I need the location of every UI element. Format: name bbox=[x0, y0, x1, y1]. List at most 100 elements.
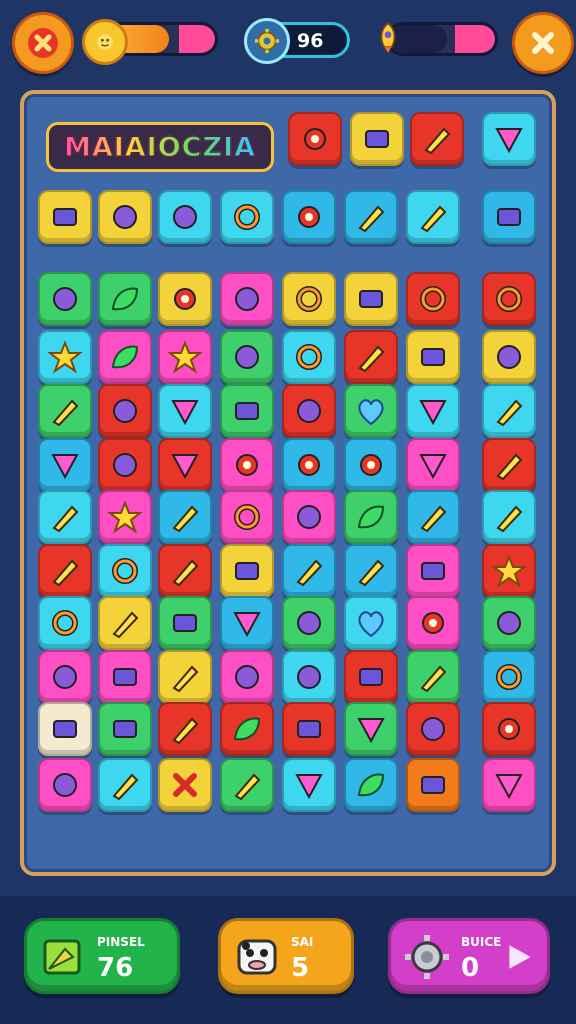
tile-cross[interactable] bbox=[158, 758, 212, 812]
tile-star[interactable] bbox=[482, 544, 536, 598]
tile-flower[interactable] bbox=[158, 272, 212, 326]
tile-triangle[interactable] bbox=[344, 702, 398, 756]
tile-bell[interactable] bbox=[282, 758, 336, 812]
tile-hammer[interactable] bbox=[282, 544, 336, 598]
tile-ball[interactable] bbox=[38, 272, 92, 326]
tile-ring[interactable] bbox=[482, 596, 536, 650]
tile-gear[interactable] bbox=[282, 190, 336, 244]
tile-gear[interactable] bbox=[344, 438, 398, 492]
tile-leaf[interactable] bbox=[220, 702, 274, 756]
tile-check[interactable] bbox=[344, 490, 398, 544]
tile-eraser[interactable] bbox=[38, 544, 92, 598]
pinsel-button[interactable]: PINSEL 76 bbox=[24, 918, 180, 994]
tile-dots[interactable] bbox=[482, 702, 536, 756]
tile-gem[interactable] bbox=[482, 112, 536, 166]
tile-card[interactable] bbox=[158, 596, 212, 650]
tile-pin[interactable] bbox=[158, 384, 212, 438]
tile-ring[interactable] bbox=[482, 330, 536, 384]
tile-box[interactable] bbox=[406, 758, 460, 812]
tile-ring[interactable] bbox=[220, 330, 274, 384]
tile-dots[interactable] bbox=[282, 438, 336, 492]
tile-bucket[interactable] bbox=[344, 272, 398, 326]
tile-palm[interactable] bbox=[406, 702, 460, 756]
tile-flag[interactable] bbox=[158, 438, 212, 492]
tile-eraser[interactable] bbox=[38, 384, 92, 438]
tile-pin[interactable] bbox=[406, 384, 460, 438]
tile-donut[interactable] bbox=[482, 272, 536, 326]
tile-tube[interactable] bbox=[98, 758, 152, 812]
tile-key[interactable] bbox=[482, 384, 536, 438]
tile-crayon[interactable] bbox=[344, 330, 398, 384]
tile-coin[interactable] bbox=[220, 650, 274, 704]
tile-squiggle[interactable] bbox=[282, 330, 336, 384]
tile-robot[interactable] bbox=[38, 190, 92, 244]
tile-spiral[interactable] bbox=[482, 650, 536, 704]
tile-card[interactable] bbox=[220, 544, 274, 598]
tile-eraser[interactable] bbox=[220, 758, 274, 812]
tile-bag[interactable] bbox=[38, 702, 92, 756]
tile-lipstick[interactable] bbox=[98, 596, 152, 650]
tile-cloud[interactable] bbox=[282, 650, 336, 704]
close-button-right[interactable] bbox=[512, 12, 574, 74]
tile-ring[interactable] bbox=[98, 384, 152, 438]
tile-star[interactable] bbox=[158, 330, 212, 384]
sai-button[interactable]: SAI 5 bbox=[218, 918, 354, 994]
tile-bug[interactable] bbox=[288, 112, 342, 166]
tile-star[interactable] bbox=[38, 330, 92, 384]
tile-pencil[interactable] bbox=[406, 190, 460, 244]
tile-marker[interactable] bbox=[158, 490, 212, 544]
tile-scroll[interactable] bbox=[350, 112, 404, 166]
tile-chart[interactable] bbox=[406, 544, 460, 598]
tile-dots[interactable] bbox=[220, 438, 274, 492]
tile-pencil[interactable] bbox=[158, 702, 212, 756]
tile-red-tube[interactable] bbox=[410, 112, 464, 166]
tile-card[interactable] bbox=[344, 650, 398, 704]
tile-gem[interactable] bbox=[406, 438, 460, 492]
tile-bag[interactable] bbox=[482, 190, 536, 244]
tile-wand[interactable] bbox=[344, 190, 398, 244]
tile-pepper[interactable] bbox=[98, 330, 152, 384]
tile-leaf[interactable] bbox=[98, 272, 152, 326]
gear-icon[interactable] bbox=[244, 18, 290, 64]
tile-tube[interactable] bbox=[482, 438, 536, 492]
tile-star[interactable] bbox=[98, 490, 152, 544]
tile-plane[interactable] bbox=[406, 490, 460, 544]
tile-blob[interactable] bbox=[282, 596, 336, 650]
tile-cone[interactable] bbox=[482, 758, 536, 812]
blob-icon bbox=[173, 205, 197, 229]
triangle-icon bbox=[233, 612, 261, 638]
tile-no-sign[interactable] bbox=[220, 190, 274, 244]
tile-box[interactable] bbox=[406, 330, 460, 384]
tile-coin[interactable] bbox=[282, 490, 336, 544]
tile-bag[interactable] bbox=[98, 650, 152, 704]
tile-cheese[interactable] bbox=[38, 438, 92, 492]
tile-pencil[interactable] bbox=[38, 490, 92, 544]
tile-blob[interactable] bbox=[282, 384, 336, 438]
tile-no-sign[interactable] bbox=[406, 272, 460, 326]
tile-tube[interactable] bbox=[482, 490, 536, 544]
tile-heart[interactable] bbox=[344, 596, 398, 650]
tile-ring[interactable] bbox=[98, 438, 152, 492]
tile-pencil[interactable] bbox=[344, 544, 398, 598]
tile-marker[interactable] bbox=[158, 650, 212, 704]
tile-tablet[interactable] bbox=[98, 702, 152, 756]
tile-triangle[interactable] bbox=[220, 596, 274, 650]
buice-button[interactable]: BUICE 0 bbox=[388, 918, 550, 994]
tile-twist[interactable] bbox=[38, 596, 92, 650]
tile-blob[interactable] bbox=[158, 190, 212, 244]
tile-heart[interactable] bbox=[344, 384, 398, 438]
tile-check[interactable] bbox=[344, 758, 398, 812]
tile-card[interactable] bbox=[282, 702, 336, 756]
tile-flower[interactable] bbox=[406, 596, 460, 650]
tile-face[interactable] bbox=[98, 190, 152, 244]
tile-lolly[interactable] bbox=[220, 272, 274, 326]
tile-swirl[interactable] bbox=[282, 272, 336, 326]
close-button-left[interactable] bbox=[12, 12, 74, 74]
tile-brush[interactable] bbox=[158, 544, 212, 598]
tile-balloon[interactable] bbox=[38, 650, 92, 704]
tile-cc[interactable] bbox=[220, 490, 274, 544]
tile-donut[interactable] bbox=[98, 544, 152, 598]
tile-palm[interactable] bbox=[38, 758, 92, 812]
tile-m-shape[interactable] bbox=[220, 384, 274, 438]
tile-pencil[interactable] bbox=[406, 650, 460, 704]
